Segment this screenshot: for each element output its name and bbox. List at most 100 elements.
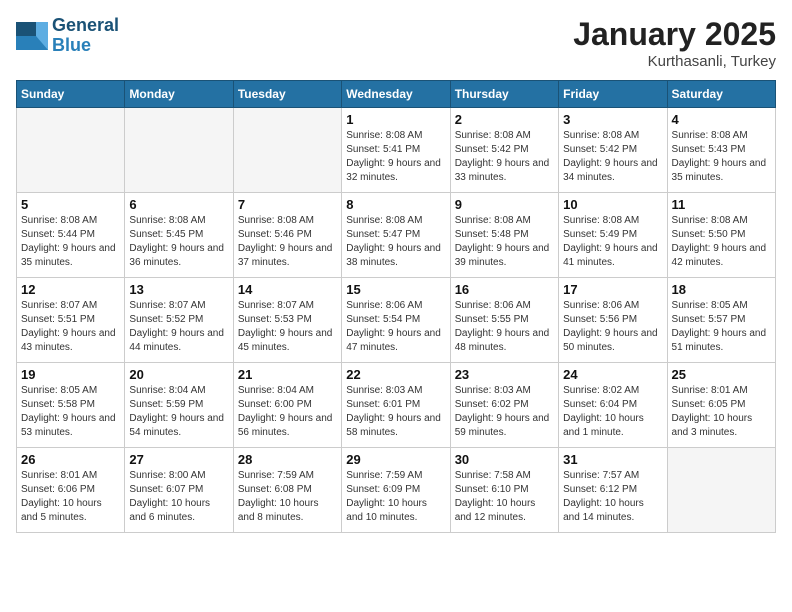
calendar-cell: 28Sunrise: 7:59 AM Sunset: 6:08 PM Dayli… (233, 448, 341, 533)
day-info: Sunrise: 8:07 AM Sunset: 5:52 PM Dayligh… (129, 299, 228, 355)
calendar-cell: 29 Sunrise: 7:59 AM Sunset: 6:09 PM Dayli… (342, 448, 450, 533)
day-info: Sunrise: 8:04 AM Sunset: 5:59 PM Dayligh… (129, 384, 228, 440)
day-number: 8 (346, 197, 445, 212)
day-info: Sunrise: 8:06 AM Sunset: 5:56 PM Dayligh… (563, 299, 662, 355)
location-subtitle: Kurthasanli, Turkey (573, 53, 776, 70)
calendar-cell: 21 Sunrise: 8:04 AM Sunset: 6:00 PM Dayli… (233, 363, 341, 448)
calendar-cell: 4 Sunrise: 8:08 AM Sunset: 5:43 PM Daylig… (667, 108, 775, 193)
calendar-cell: 7 Sunrise: 8:08 AM Sunset: 5:46 PM Daylig… (233, 193, 341, 278)
logo-line2: Blue (52, 36, 119, 56)
day-number: 17 (563, 282, 662, 297)
calendar-week-row: 12Sunrise: 8:07 AM Sunset: 5:51 PM Dayli… (17, 278, 776, 363)
day-info: Sunrise: 8:07 AM Sunset: 5:53 PM Dayligh… (238, 299, 337, 355)
day-info: Sunrise: 7:57 AM Sunset: 6:12 PM Dayligh… (563, 469, 662, 525)
day-number: 20 (129, 367, 228, 382)
calendar-cell: 26Sunrise: 8:01 AM Sunset: 6:06 PM Dayli… (17, 448, 125, 533)
day-info: Sunrise: 8:08 AM Sunset: 5:48 PM Dayligh… (455, 214, 554, 270)
calendar-week-row: 5 Sunrise: 8:08 AM Sunset: 5:44 PM Daylig… (17, 193, 776, 278)
day-of-week-header: Wednesday (342, 81, 450, 108)
day-number: 13 (129, 282, 228, 297)
day-of-week-header: Sunday (17, 81, 125, 108)
calendar-week-row: 19Sunrise: 8:05 AM Sunset: 5:58 PM Dayli… (17, 363, 776, 448)
calendar-cell: 1 Sunrise: 8:08 AM Sunset: 5:41 PM Daylig… (342, 108, 450, 193)
day-info: Sunrise: 8:06 AM Sunset: 5:55 PM Dayligh… (455, 299, 554, 355)
day-number: 3 (563, 112, 662, 127)
logo-line1: General (52, 16, 119, 36)
day-info: Sunrise: 8:05 AM Sunset: 5:58 PM Dayligh… (21, 384, 120, 440)
calendar-cell: 16 Sunrise: 8:06 AM Sunset: 5:55 PM Dayli… (450, 278, 558, 363)
day-of-week-header: Monday (125, 81, 233, 108)
calendar-cell: 9Sunrise: 8:08 AM Sunset: 5:48 PM Daylig… (450, 193, 558, 278)
day-number: 14 (238, 282, 337, 297)
day-number: 22 (346, 367, 445, 382)
calendar-cell (233, 108, 341, 193)
calendar-cell: 13 Sunrise: 8:07 AM Sunset: 5:52 PM Dayli… (125, 278, 233, 363)
day-number: 23 (455, 367, 554, 382)
calendar-cell: 12Sunrise: 8:07 AM Sunset: 5:51 PM Dayli… (17, 278, 125, 363)
day-info: Sunrise: 7:59 AM Sunset: 6:09 PM Dayligh… (346, 469, 445, 525)
day-number: 24 (563, 367, 662, 382)
day-number: 2 (455, 112, 554, 127)
calendar-cell: 17 Sunrise: 8:06 AM Sunset: 5:56 PM Dayli… (559, 278, 667, 363)
day-number: 4 (672, 112, 771, 127)
day-of-week-header: Friday (559, 81, 667, 108)
calendar-cell (667, 448, 775, 533)
day-number: 30 (455, 452, 554, 467)
day-info: Sunrise: 7:59 AM Sunset: 6:08 PM Dayligh… (238, 469, 337, 525)
calendar-cell: 30 Sunrise: 7:58 AM Sunset: 6:10 PM Dayli… (450, 448, 558, 533)
day-number: 29 (346, 452, 445, 467)
month-title: January 2025 (573, 16, 776, 53)
day-info: Sunrise: 8:00 AM Sunset: 6:07 PM Dayligh… (129, 469, 228, 525)
day-number: 6 (129, 197, 228, 212)
calendar-cell: 15Sunrise: 8:06 AM Sunset: 5:54 PM Dayli… (342, 278, 450, 363)
day-of-week-header: Thursday (450, 81, 558, 108)
calendar-cell: 31 Sunrise: 7:57 AM Sunset: 6:12 PM Dayli… (559, 448, 667, 533)
day-number: 21 (238, 367, 337, 382)
calendar-cell (125, 108, 233, 193)
calendar-cell: 24 Sunrise: 8:02 AM Sunset: 6:04 PM Dayli… (559, 363, 667, 448)
day-info: Sunrise: 8:08 AM Sunset: 5:50 PM Dayligh… (672, 214, 771, 270)
logo: General Blue (16, 16, 119, 56)
day-info: Sunrise: 8:08 AM Sunset: 5:46 PM Dayligh… (238, 214, 337, 270)
day-info: Sunrise: 8:08 AM Sunset: 5:43 PM Dayligh… (672, 129, 771, 185)
day-number: 1 (346, 112, 445, 127)
day-info: Sunrise: 7:58 AM Sunset: 6:10 PM Dayligh… (455, 469, 554, 525)
calendar-cell: 25Sunrise: 8:01 AM Sunset: 6:05 PM Dayli… (667, 363, 775, 448)
logo-icon (16, 22, 48, 50)
day-number: 16 (455, 282, 554, 297)
day-info: Sunrise: 8:01 AM Sunset: 6:06 PM Dayligh… (21, 469, 120, 525)
calendar-header-row: SundayMondayTuesdayWednesdayThursdayFrid… (17, 81, 776, 108)
calendar-week-row: 1 Sunrise: 8:08 AM Sunset: 5:41 PM Daylig… (17, 108, 776, 193)
day-info: Sunrise: 8:02 AM Sunset: 6:04 PM Dayligh… (563, 384, 662, 440)
day-number: 5 (21, 197, 120, 212)
calendar-cell: 3 Sunrise: 8:08 AM Sunset: 5:42 PM Daylig… (559, 108, 667, 193)
calendar: SundayMondayTuesdayWednesdayThursdayFrid… (16, 80, 776, 533)
day-info: Sunrise: 8:08 AM Sunset: 5:42 PM Dayligh… (563, 129, 662, 185)
calendar-cell: 27 Sunrise: 8:00 AM Sunset: 6:07 PM Dayli… (125, 448, 233, 533)
day-info: Sunrise: 8:08 AM Sunset: 5:45 PM Dayligh… (129, 214, 228, 270)
day-number: 31 (563, 452, 662, 467)
day-info: Sunrise: 8:07 AM Sunset: 5:51 PM Dayligh… (21, 299, 120, 355)
day-info: Sunrise: 8:08 AM Sunset: 5:41 PM Dayligh… (346, 129, 445, 185)
day-info: Sunrise: 8:08 AM Sunset: 5:49 PM Dayligh… (563, 214, 662, 270)
calendar-cell: 10 Sunrise: 8:08 AM Sunset: 5:49 PM Dayli… (559, 193, 667, 278)
calendar-week-row: 26Sunrise: 8:01 AM Sunset: 6:06 PM Dayli… (17, 448, 776, 533)
calendar-cell: 5 Sunrise: 8:08 AM Sunset: 5:44 PM Daylig… (17, 193, 125, 278)
day-info: Sunrise: 8:08 AM Sunset: 5:42 PM Dayligh… (455, 129, 554, 185)
day-number: 7 (238, 197, 337, 212)
title-area: January 2025 Kurthasanli, Turkey (573, 16, 776, 70)
day-number: 27 (129, 452, 228, 467)
calendar-cell: 20 Sunrise: 8:04 AM Sunset: 5:59 PM Dayli… (125, 363, 233, 448)
header: General Blue January 2025 Kurthasanli, T… (16, 16, 776, 70)
day-info: Sunrise: 8:04 AM Sunset: 6:00 PM Dayligh… (238, 384, 337, 440)
day-number: 10 (563, 197, 662, 212)
calendar-cell: 18Sunrise: 8:05 AM Sunset: 5:57 PM Dayli… (667, 278, 775, 363)
day-info: Sunrise: 8:01 AM Sunset: 6:05 PM Dayligh… (672, 384, 771, 440)
day-info: Sunrise: 8:08 AM Sunset: 5:44 PM Dayligh… (21, 214, 120, 270)
day-info: Sunrise: 8:03 AM Sunset: 6:01 PM Dayligh… (346, 384, 445, 440)
calendar-cell: 6 Sunrise: 8:08 AM Sunset: 5:45 PM Daylig… (125, 193, 233, 278)
calendar-cell: 8Sunrise: 8:08 AM Sunset: 5:47 PM Daylig… (342, 193, 450, 278)
day-of-week-header: Saturday (667, 81, 775, 108)
day-number: 11 (672, 197, 771, 212)
calendar-cell: 2 Sunrise: 8:08 AM Sunset: 5:42 PM Daylig… (450, 108, 558, 193)
